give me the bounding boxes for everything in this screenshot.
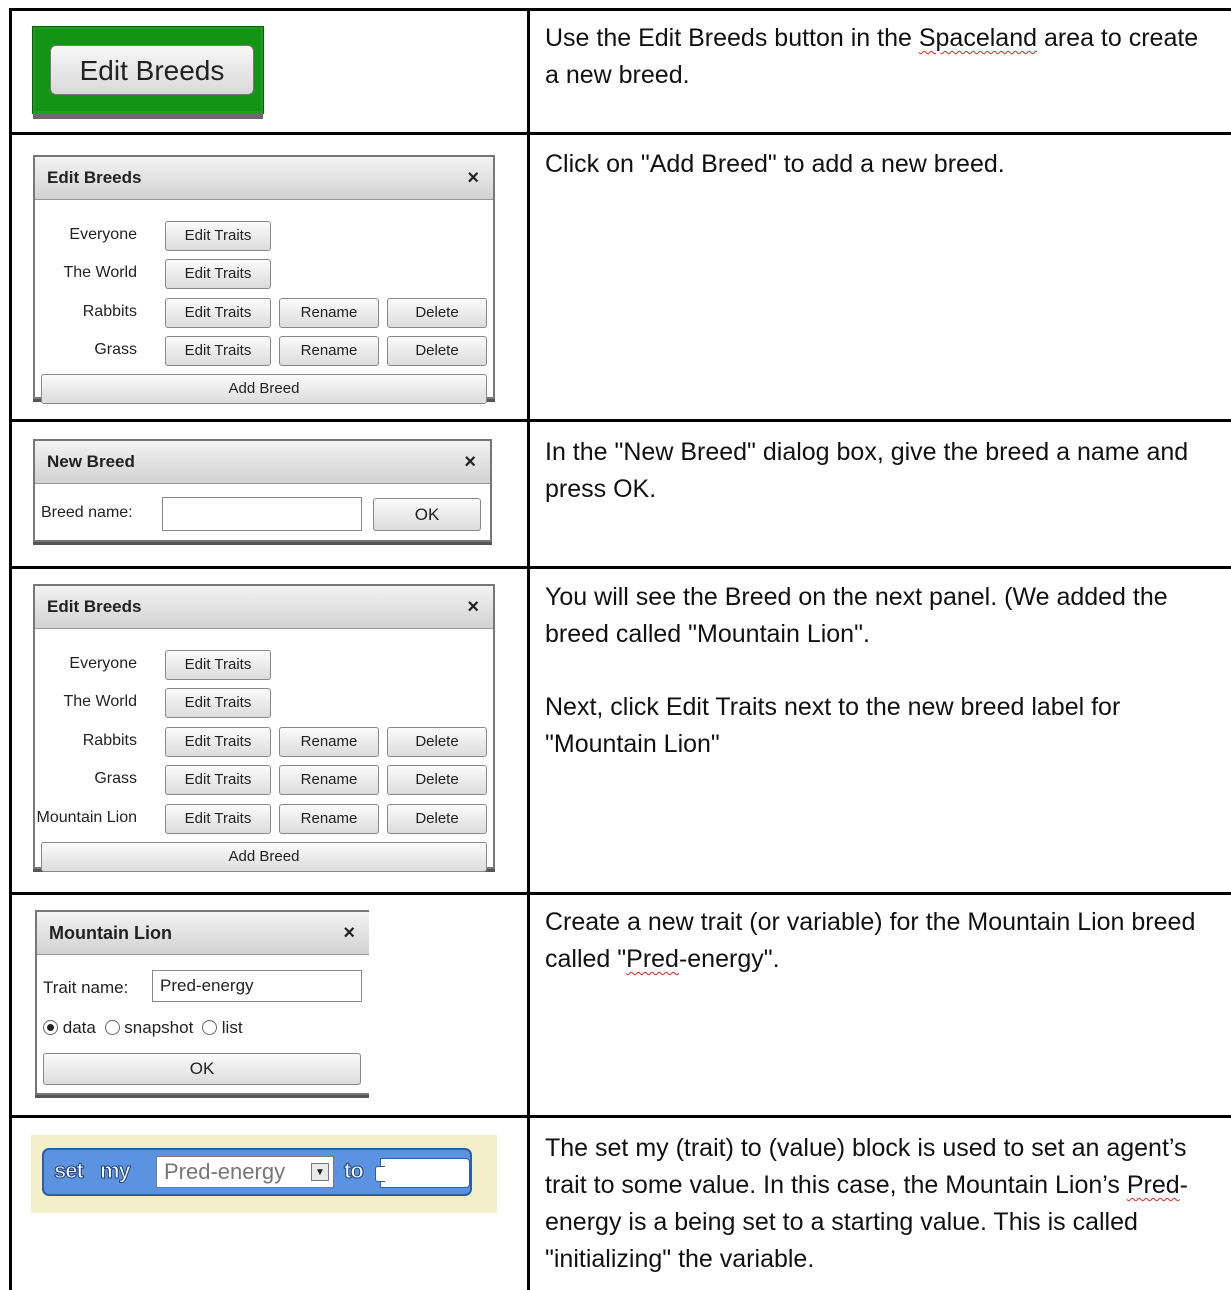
radio-snapshot[interactable] [104, 1020, 120, 1035]
breed-label: Rabbits [82, 303, 137, 320]
block-keyword-my: my [100, 1158, 132, 1184]
trait-name-input[interactable]: Pred-energy [152, 970, 362, 1002]
dialog-title: Edit Breeds [47, 597, 142, 616]
delete-button[interactable]: Delete [387, 765, 487, 795]
edit-breeds-dialog-updated: Edit Breeds × Everyone Edit Traits The Wor… [33, 584, 495, 872]
dialog-title: Mountain Lion [49, 923, 172, 943]
close-icon[interactable]: × [467, 586, 479, 628]
ok-button[interactable]: OK [373, 498, 481, 531]
breed-label: Rabbits [82, 732, 137, 749]
breed-label: Grass [94, 341, 137, 358]
row-6-description: The set my (trait) to (value) block is u… [545, 1130, 1217, 1278]
edit-traits-button[interactable]: Edit Traits [165, 650, 271, 680]
set-my-trait-block[interactable]: set my Pred-energy ▼ to [42, 1148, 472, 1196]
edit-traits-button[interactable]: Edit Traits [165, 259, 271, 289]
close-icon[interactable]: × [464, 441, 476, 483]
row-5-description: Create a new trait (or variable) for the… [545, 904, 1217, 978]
row-divider [9, 419, 1231, 422]
close-icon[interactable]: × [467, 157, 479, 199]
breed-label: Everyone [69, 655, 137, 672]
edit-traits-button[interactable]: Edit Traits [165, 336, 271, 366]
block-keyword-to: to [344, 1158, 365, 1184]
breed-label: Everyone [69, 226, 137, 243]
row-divider [9, 132, 1231, 135]
dialog-title-bar: New Breed × [35, 441, 490, 484]
radio-data-label: data [62, 1018, 96, 1037]
row-divider [9, 1115, 1231, 1118]
dialog-title-bar: Edit Breeds × [35, 586, 493, 629]
add-breed-button[interactable]: Add Breed [41, 374, 487, 404]
chevron-down-icon[interactable]: ▼ [311, 1163, 329, 1181]
trait-dropdown-value: Pred-energy [164, 1159, 286, 1184]
delete-button[interactable]: Delete [387, 804, 487, 834]
dialog-title-bar: Mountain Lion × [37, 912, 369, 955]
text-part: The set my (trait) to (value) block is u… [545, 1134, 1187, 1199]
radio-list-label: list [221, 1018, 243, 1037]
text-part: Spaceland [918, 24, 1037, 52]
radio-snapshot-label: snapshot [124, 1018, 194, 1037]
block-keyword-set: set [54, 1158, 85, 1184]
description-text: Next, click Edit Traits next to the new … [545, 693, 1121, 758]
value-slot[interactable] [375, 1158, 470, 1188]
rename-button[interactable]: Rename [279, 336, 379, 366]
row-divider [9, 566, 1231, 569]
edit-breeds-button[interactable]: Edit Breeds [50, 45, 254, 95]
column-divider [527, 8, 530, 1290]
close-icon[interactable]: × [343, 912, 355, 954]
edit-traits-button[interactable]: Edit Traits [165, 804, 271, 834]
rename-button[interactable]: Rename [279, 804, 379, 834]
edit-traits-button[interactable]: Edit Traits [165, 298, 271, 328]
description-text: You will see the Breed on the next panel… [545, 583, 1168, 648]
delete-button[interactable]: Delete [387, 727, 487, 757]
edit-traits-button[interactable]: Edit Traits [165, 765, 271, 795]
description-text: Click on "Add Breed" to add a new breed. [545, 150, 1005, 178]
row-2-description: Click on "Add Breed" to add a new breed. [545, 146, 1217, 183]
rename-button[interactable]: Rename [279, 765, 379, 795]
breed-label: The World [63, 264, 137, 281]
rename-button[interactable]: Rename [279, 298, 379, 328]
trait-dropdown[interactable]: Pred-energy ▼ [156, 1156, 334, 1188]
text-part: Pred [1126, 1171, 1180, 1199]
delete-button[interactable]: Delete [387, 298, 487, 328]
delete-button[interactable]: Delete [387, 336, 487, 366]
text-part: Use the Edit Breeds button in the [545, 24, 919, 52]
row-3-description: In the "New Breed" dialog box, give the … [545, 434, 1217, 508]
edit-breeds-dialog: Edit Breeds × Everyone Edit Traits The Wor… [33, 155, 495, 404]
breed-name-label: Breed name: [41, 504, 133, 521]
trait-type-radio-group: data snapshot list [43, 1018, 243, 1038]
breed-label: Mountain Lion [36, 809, 137, 826]
text-part: Pred [626, 945, 679, 973]
dialog-title: New Breed [47, 452, 135, 471]
text-part: -energy". [678, 945, 780, 973]
dialog-title-bar: Edit Breeds × [35, 157, 493, 200]
spaceland-button-area: Edit Breeds [32, 26, 264, 119]
rename-button[interactable]: Rename [279, 727, 379, 757]
radio-list[interactable] [202, 1020, 218, 1035]
row-1-description: Use the Edit Breeds button in the Spacel… [545, 20, 1217, 94]
radio-data[interactable] [43, 1020, 58, 1035]
dialog-title: Edit Breeds [47, 168, 142, 187]
add-breed-button[interactable]: Add Breed [41, 842, 487, 872]
slot-notch [375, 1166, 385, 1182]
mountain-lion-trait-dialog: Mountain Lion × Trait name: Pred-energy … [35, 910, 369, 1095]
ok-button[interactable]: OK [43, 1053, 361, 1085]
row-4-description: You will see the Breed on the next panel… [545, 579, 1217, 763]
breed-label: Grass [94, 770, 137, 787]
edit-traits-button[interactable]: Edit Traits [165, 727, 271, 757]
breed-name-input[interactable] [162, 497, 362, 531]
description-text: In the "New Breed" dialog box, give the … [545, 438, 1189, 503]
breed-label: The World [63, 693, 137, 710]
row-divider [9, 892, 1231, 895]
edit-traits-button[interactable]: Edit Traits [165, 688, 271, 718]
new-breed-dialog: New Breed × Breed name: OK [33, 439, 492, 542]
edit-traits-button[interactable]: Edit Traits [165, 221, 271, 251]
trait-name-label: Trait name: [43, 978, 129, 997]
